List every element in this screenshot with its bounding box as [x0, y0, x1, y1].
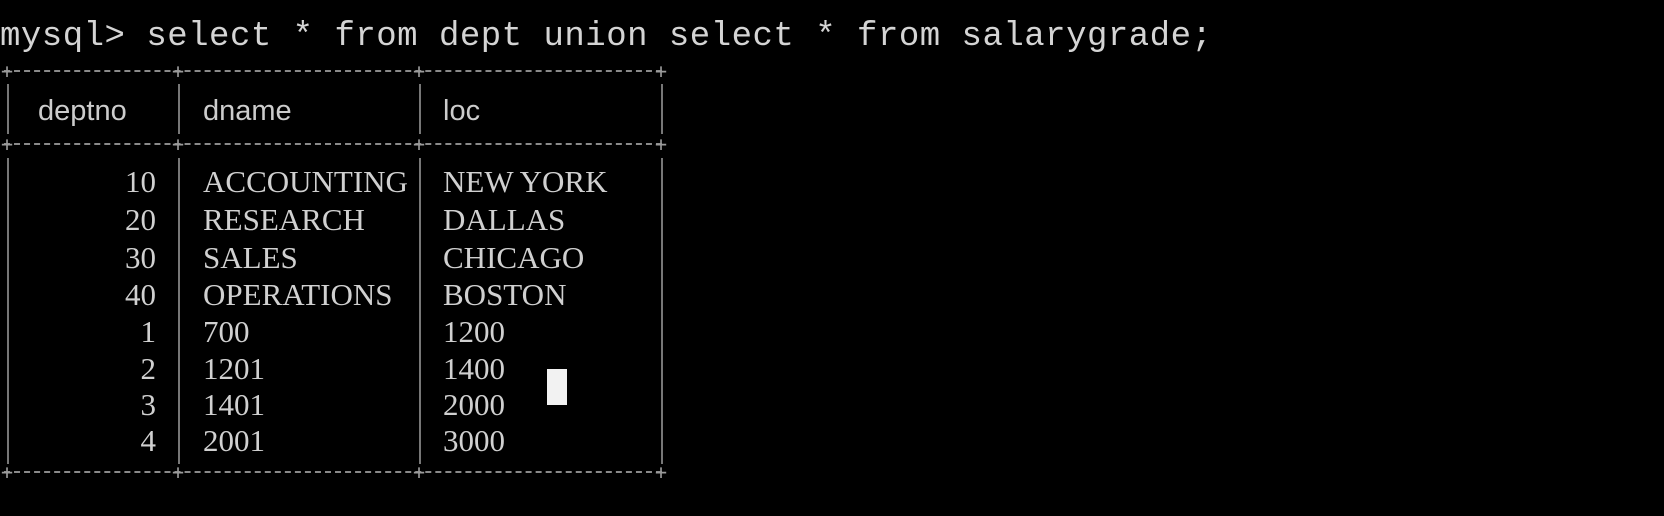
column-divider [419, 84, 421, 134]
cell-loc: BOSTON [443, 277, 567, 312]
cell-loc: NEW YORK [443, 164, 608, 199]
cell-dname: RESEARCH [203, 202, 365, 237]
cell-loc: CHICAGO [443, 240, 585, 275]
border-joint: + [171, 59, 185, 83]
border-joint: + [0, 132, 14, 156]
cell-loc: 1200 [443, 314, 505, 349]
cell-loc: 2000 [443, 387, 505, 422]
cell-loc: DALLAS [443, 202, 566, 237]
cell-deptno: 1 [140, 314, 157, 349]
border-joint: + [0, 460, 14, 484]
table-bottom-border [4, 471, 662, 473]
column-header-loc: loc [443, 95, 481, 127]
terminal-window[interactable]: mysql> select * from dept union select *… [0, 0, 1664, 516]
sql-command: select * from dept union select * from s… [125, 18, 1213, 56]
column-divider [419, 158, 421, 464]
cell-dname: ACCOUNTING [203, 164, 408, 199]
cell-loc: 3000 [443, 423, 505, 458]
border-joint: + [654, 132, 668, 156]
cell-dname: 1401 [203, 387, 265, 422]
table-header-separator [4, 143, 662, 145]
border-joint: + [171, 132, 185, 156]
border-joint: + [412, 59, 426, 83]
column-divider [661, 84, 663, 134]
cell-dname: 700 [203, 314, 250, 349]
cell-deptno: 2 [140, 351, 157, 386]
column-divider [7, 84, 9, 134]
cell-dname: OPERATIONS [203, 277, 393, 312]
cell-dname: 2001 [203, 423, 265, 458]
cell-deptno: 3 [140, 387, 157, 422]
cell-dname: 1201 [203, 351, 265, 386]
border-joint: + [412, 132, 426, 156]
border-joint: + [412, 460, 426, 484]
border-joint: + [171, 460, 185, 484]
mysql-prompt: mysql> [0, 18, 126, 56]
cell-deptno: 40 [125, 277, 156, 312]
cell-loc: 1400 [443, 351, 505, 386]
column-divider [178, 158, 180, 464]
command-line: mysql> select * from dept union select *… [0, 14, 1212, 60]
text-cursor [547, 369, 567, 405]
column-divider [178, 84, 180, 134]
cell-deptno: 4 [140, 423, 157, 458]
cell-deptno: 20 [125, 202, 156, 237]
border-joint: + [654, 59, 668, 83]
column-header-dname: dname [203, 95, 292, 127]
result-table: + + + + + + + + + + + + deptno dname loc… [0, 59, 668, 514]
border-joint: + [654, 460, 668, 484]
border-joint: + [0, 59, 14, 83]
column-header-deptno: deptno [38, 95, 127, 127]
cell-dname: SALES [203, 240, 298, 275]
cell-deptno: 30 [125, 240, 156, 275]
column-divider [7, 158, 9, 464]
table-top-border [4, 70, 662, 72]
column-divider [661, 158, 663, 464]
cell-deptno: 10 [125, 164, 156, 199]
